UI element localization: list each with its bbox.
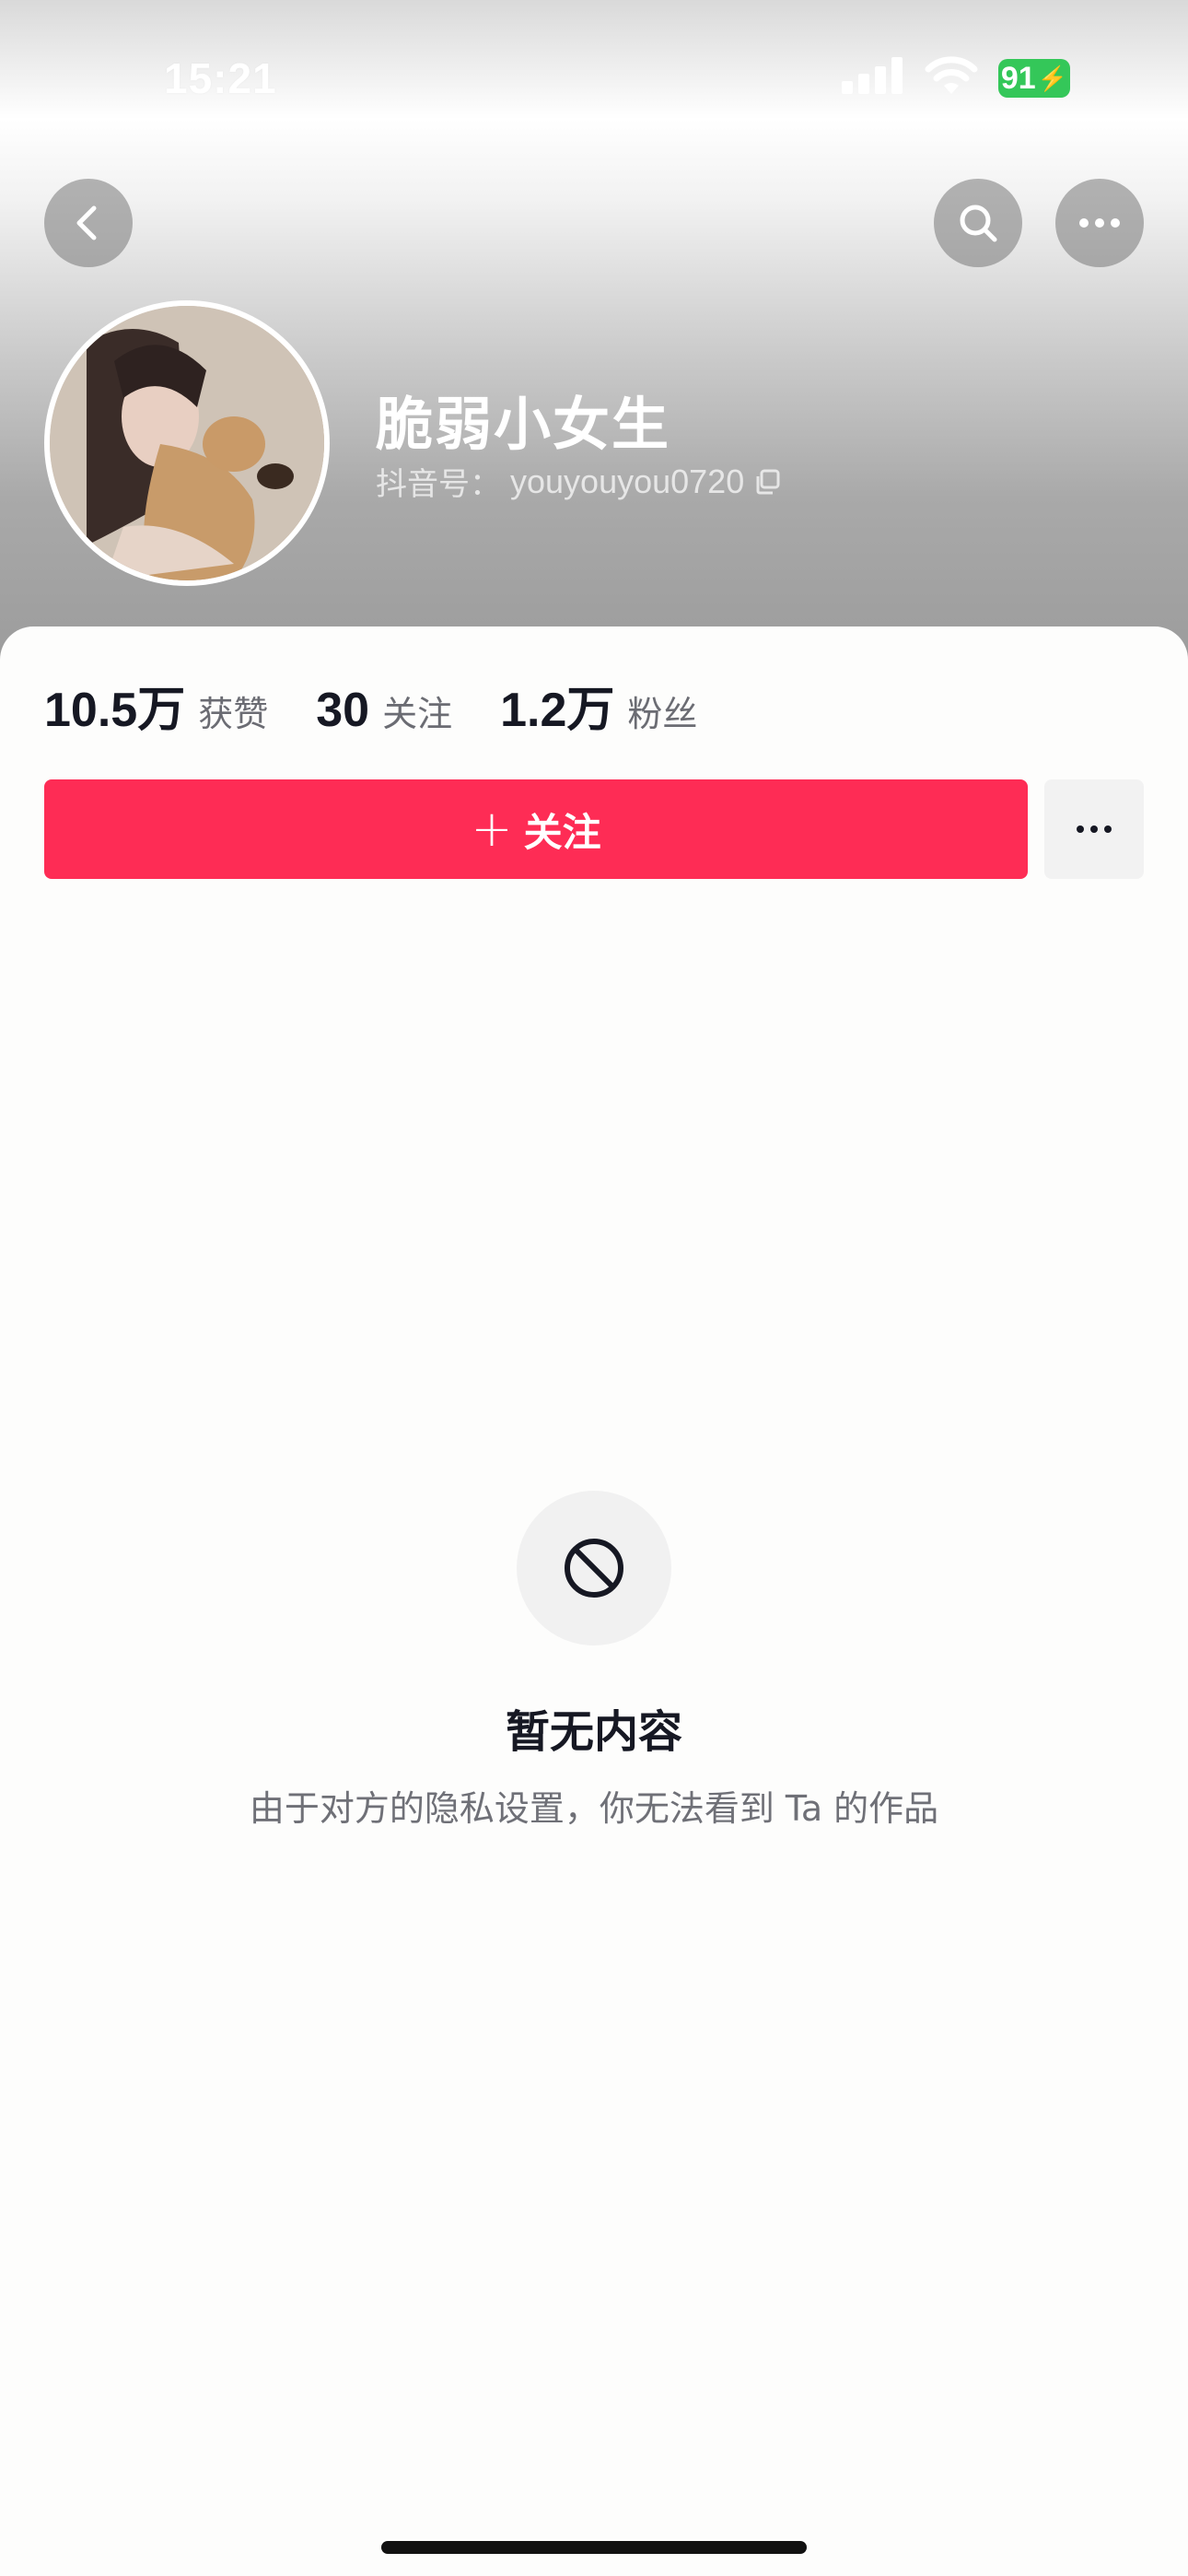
username: 脆弱小女生 xyxy=(376,391,671,458)
search-button[interactable] xyxy=(934,179,1022,267)
douyin-id-value: youyouyou0720 xyxy=(510,462,745,500)
battery-level: 91 xyxy=(1000,60,1036,96)
back-button[interactable] xyxy=(44,179,133,267)
profile-stats: 10.5万 获赞 30 关注 1.2万 粉丝 xyxy=(44,671,745,740)
charging-bolt-icon: ⚡ xyxy=(1037,64,1068,92)
plus-icon: + xyxy=(471,800,513,858)
stat-followers-label: 粉丝 xyxy=(627,694,698,734)
home-indicator[interactable] xyxy=(381,2541,807,2554)
douyin-id[interactable]: 抖音号： youyouyou0720 xyxy=(376,459,781,504)
empty-state-description: 由于对方的隐私设置，你无法看到 Ta 的作品 xyxy=(249,1788,939,1829)
signal-icon xyxy=(842,57,903,94)
douyin-id-label: 抖音号： xyxy=(376,466,501,503)
follow-button[interactable]: + 关注 xyxy=(44,779,1028,879)
more-actions-button[interactable] xyxy=(1044,779,1144,879)
stat-likes-value: 10.5万 xyxy=(44,684,186,737)
empty-state-title: 暂无内容 xyxy=(505,1706,682,1758)
avatar[interactable] xyxy=(44,300,330,586)
empty-state-icon-circle xyxy=(517,1491,671,1645)
wifi-icon xyxy=(925,56,978,94)
more-icon xyxy=(1079,218,1120,228)
stat-likes[interactable]: 10.5万 获赞 xyxy=(44,671,268,740)
follow-button-label: 关注 xyxy=(523,809,601,855)
stat-likes-label: 获赞 xyxy=(198,694,269,734)
stat-following-value: 30 xyxy=(316,684,370,737)
stat-following-label: 关注 xyxy=(382,694,453,734)
copy-icon[interactable] xyxy=(753,468,781,496)
more-icon xyxy=(1077,825,1112,833)
stat-followers-value: 1.2万 xyxy=(500,684,615,737)
stat-followers[interactable]: 1.2万 粉丝 xyxy=(500,671,697,740)
search-icon xyxy=(960,205,997,242)
back-icon xyxy=(76,205,97,240)
battery-icon: 91 ⚡ xyxy=(998,59,1070,98)
stat-following[interactable]: 30 关注 xyxy=(316,683,452,738)
avatar-photo xyxy=(50,306,324,580)
status-time: 15:21 xyxy=(164,54,277,102)
more-options-button[interactable] xyxy=(1055,179,1144,267)
prohibited-icon xyxy=(565,1539,623,1598)
